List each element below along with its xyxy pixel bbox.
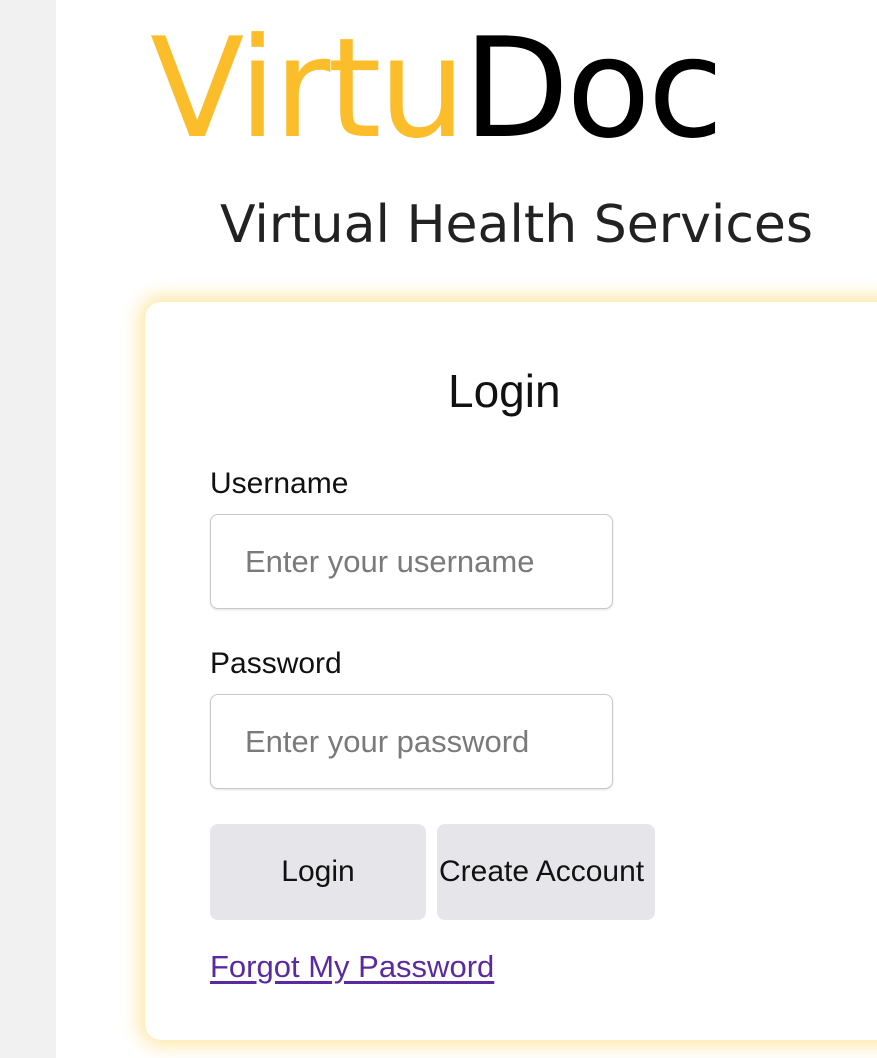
brand-logo-part-doc: Doc: [463, 8, 724, 169]
brand-tagline: Virtual Health Services: [220, 195, 813, 255]
brand-logo: VirtuDoc: [150, 14, 877, 164]
create-account-button[interactable]: Create Account: [437, 824, 655, 920]
brand-logo-part-virtu: Virtu: [150, 8, 466, 169]
username-label: Username: [210, 467, 349, 500]
password-label: Password: [210, 647, 342, 680]
forgot-password-link[interactable]: Forgot My Password: [210, 948, 494, 986]
login-button[interactable]: Login: [210, 824, 426, 920]
username-input[interactable]: [210, 514, 613, 609]
login-title: Login: [448, 365, 561, 417]
password-input[interactable]: [210, 694, 613, 789]
left-gutter: [0, 0, 56, 1058]
